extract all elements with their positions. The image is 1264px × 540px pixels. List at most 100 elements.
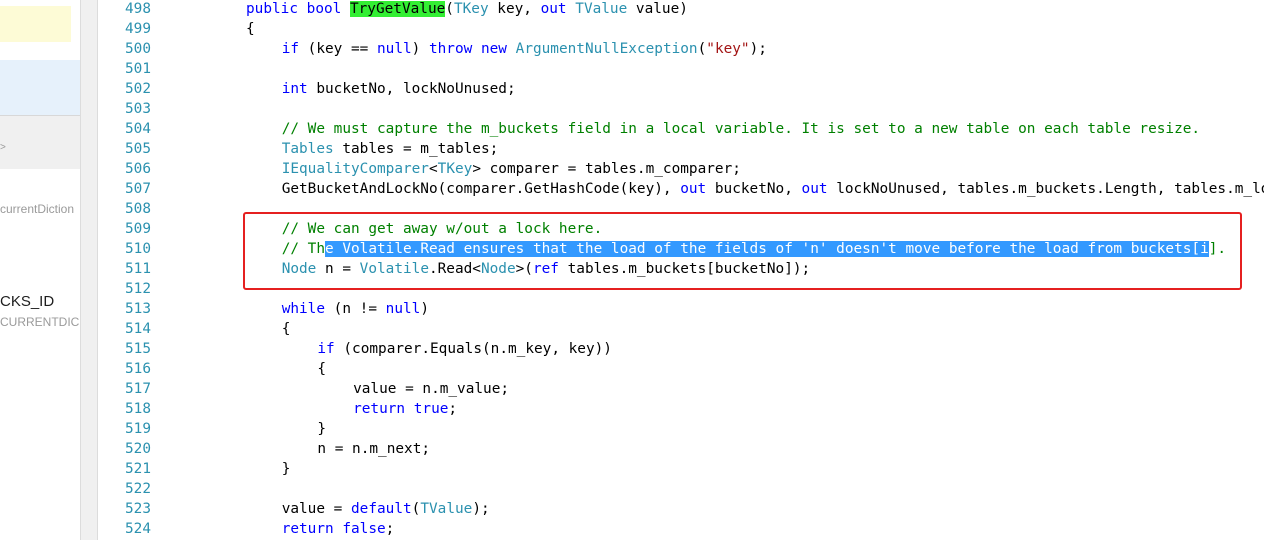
solution-explorer-panel: > currentDiction CKS_ID CURRENTDIC [0, 0, 80, 540]
code-token: value) [627, 1, 688, 17]
line-number: 502 [125, 81, 151, 97]
code-token: value = n.m_value; [353, 381, 510, 397]
code-token: false [342, 521, 386, 537]
code-line[interactable]: 504 // We must capture the m_buckets fiel… [99, 119, 1264, 139]
code-token: TKey [453, 1, 489, 17]
code-token: lockNoUnused, tables.m_buckets.Length, t… [836, 181, 1264, 197]
code-token: { [281, 321, 291, 337]
code-token: // We must capture the m_buckets field i… [281, 121, 1201, 137]
code-line[interactable]: 505 Tables tables = m_tables; [99, 139, 1264, 159]
code-text[interactable]: while (n != null) [282, 299, 429, 319]
code-token: > comparer = tables.m_comparer; [472, 161, 741, 177]
chevron-right-icon[interactable]: > [0, 142, 6, 153]
search-match-token: TryGetValue [349, 1, 446, 17]
code-text[interactable]: } [282, 459, 291, 479]
code-token: TValue [420, 501, 473, 517]
tree-item-locks-id[interactable]: CKS_ID [0, 293, 54, 310]
code-line[interactable]: 503 [99, 99, 1264, 119]
line-number: 519 [125, 421, 151, 437]
line-number: 508 [125, 201, 151, 217]
code-line[interactable]: 500 if (key == null) throw new ArgumentNu… [99, 39, 1264, 59]
code-line[interactable]: 507 GetBucketAndLockNo(comparer.GetHashCo… [99, 179, 1264, 199]
code-text[interactable]: return false; [282, 519, 395, 539]
line-number: 501 [125, 61, 151, 77]
code-line[interactable]: 498 public bool TryGetValue(TKey key, out… [99, 0, 1264, 19]
code-token: ; [385, 521, 395, 537]
code-line[interactable]: 516 { [99, 359, 1264, 379]
code-line[interactable]: 499 { [99, 19, 1264, 39]
code-text[interactable]: Tables tables = m_tables; [282, 139, 499, 159]
code-token: ; [448, 401, 458, 417]
code-line[interactable]: 519} [99, 419, 1264, 439]
code-token: TKey [437, 161, 473, 177]
line-number: 517 [125, 381, 151, 397]
code-token: ) [420, 301, 429, 317]
code-line[interactable]: 517 value = n.m_value; [99, 379, 1264, 399]
highlighted-tree-item[interactable] [0, 6, 71, 42]
code-token: int [281, 81, 308, 97]
code-token: ( [697, 41, 707, 57]
code-line[interactable]: 502 int bucketNo, lockNoUnused; [99, 79, 1264, 99]
code-token: ); [472, 501, 490, 517]
code-token: < [428, 161, 438, 177]
code-text[interactable]: value = default(TValue); [282, 499, 490, 519]
line-number: 506 [125, 161, 151, 177]
code-text[interactable]: { [317, 359, 326, 379]
code-text[interactable]: { [246, 19, 255, 39]
code-token: bool [306, 1, 342, 17]
code-text[interactable]: { [282, 319, 291, 339]
line-number: 504 [125, 121, 151, 137]
code-token: GetBucketAndLockNo(comparer.GetHashCode(… [281, 181, 681, 197]
line-number: 513 [125, 301, 151, 317]
line-number: 521 [125, 461, 151, 477]
code-editor[interactable]: 498 public bool TryGetValue(TKey key, out… [99, 0, 1264, 540]
code-text[interactable]: if (comparer.Equals(n.m_key, key)) [317, 339, 612, 359]
code-token: if [281, 41, 300, 57]
code-token: (key == [299, 41, 377, 57]
code-text[interactable]: if (key == null) throw new ArgumentNullE… [282, 39, 767, 59]
code-token: key, [488, 1, 541, 17]
code-text[interactable]: return true; [353, 399, 457, 419]
code-token: { [317, 361, 327, 377]
code-token: } [317, 421, 327, 437]
code-text[interactable]: value = n.m_value; [353, 379, 509, 399]
selected-tree-item[interactable] [0, 60, 80, 115]
code-text[interactable]: int bucketNo, lockNoUnused; [282, 79, 516, 99]
code-text[interactable]: public bool TryGetValue(TKey key, out TV… [246, 0, 688, 19]
code-line[interactable]: 524 return false; [99, 519, 1264, 539]
code-token: return [353, 401, 406, 417]
line-number: 499 [125, 21, 151, 37]
code-line[interactable]: 515 if (comparer.Equals(n.m_key, key)) [99, 339, 1264, 359]
code-text[interactable]: n = n.m_next; [317, 439, 430, 459]
code-text[interactable]: IEqualityComparer<TKey> comparer = table… [282, 159, 741, 179]
code-token: out [801, 181, 828, 197]
code-token: (n != [325, 301, 386, 317]
code-line[interactable]: 513 while (n != null) [99, 299, 1264, 319]
code-line[interactable]: 522 [99, 479, 1264, 499]
code-token: ) [411, 41, 429, 57]
code-line[interactable]: 520 n = n.m_next; [99, 439, 1264, 459]
code-token: true [413, 401, 449, 417]
line-number: 516 [125, 361, 151, 377]
code-token: while [281, 301, 326, 317]
line-number: 512 [125, 281, 151, 297]
code-token: value = [281, 501, 351, 517]
code-token: ArgumentNullException [515, 41, 698, 57]
code-text[interactable]: } [317, 419, 326, 439]
code-line[interactable]: 506 IEqualityComparer<TKey> comparer = ta… [99, 159, 1264, 179]
code-line[interactable]: 523 value = default(TValue); [99, 499, 1264, 519]
code-line[interactable]: 521} [99, 459, 1264, 479]
code-line[interactable]: 514 { [99, 319, 1264, 339]
panel-section-header[interactable] [0, 115, 80, 169]
panel-splitter[interactable] [80, 0, 98, 540]
line-number: 514 [125, 321, 151, 337]
tree-item-current-dictionary[interactable]: currentDiction [0, 202, 74, 216]
code-line[interactable]: 501 [99, 59, 1264, 79]
code-line[interactable]: 518 return true; [99, 399, 1264, 419]
line-number: 524 [125, 521, 151, 537]
code-text[interactable]: // We must capture the m_buckets field i… [282, 119, 1200, 139]
code-text[interactable]: GetBucketAndLockNo(comparer.GetHashCode(… [282, 179, 1264, 199]
tree-item-currentdic[interactable]: CURRENTDIC [0, 315, 79, 329]
